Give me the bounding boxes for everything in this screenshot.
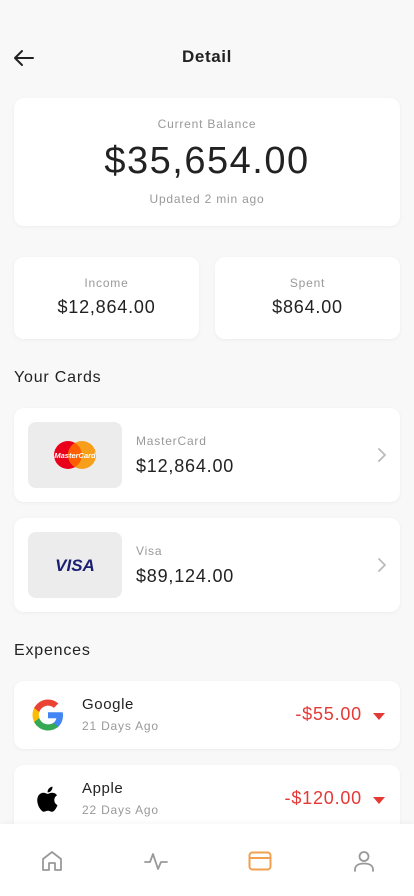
google-logo-icon (32, 699, 63, 731)
income-label: Income (84, 276, 129, 290)
apple-logo-icon (37, 786, 58, 812)
balance-value: $35,654.00 (104, 140, 310, 182)
mastercard-card[interactable]: MasterCard MasterCard $12,864.00 (14, 408, 400, 502)
visa-card[interactable]: VISA Visa $89,124.00 (14, 518, 400, 612)
chevron-right-icon[interactable] (374, 556, 390, 574)
header: Detail (0, 0, 414, 100)
spent-value: $864.00 (272, 297, 343, 317)
expense-date: 22 Days Ago (82, 803, 159, 817)
income-card: Income $12,864.00 (14, 257, 199, 339)
spent-label: Spent (289, 276, 326, 290)
svg-text:VISA: VISA (55, 556, 95, 575)
cards-section-title: Your Cards (14, 369, 102, 386)
expense-name: Google (82, 696, 134, 713)
mastercard-logo: MasterCard (54, 441, 96, 469)
balance-label: Current Balance (157, 117, 257, 131)
expense-item-apple[interactable]: Apple 22 Days Ago -$120.00 (14, 765, 400, 833)
expenses-section-title: Expences (14, 642, 91, 659)
card-name: Visa (136, 544, 163, 558)
card-amount: $89,124.00 (136, 566, 235, 586)
card-name: MasterCard (136, 434, 207, 448)
spent-card: Spent $864.00 (215, 257, 400, 339)
caret-down-icon[interactable] (372, 796, 386, 805)
home-icon[interactable] (39, 848, 65, 874)
expense-date: 21 Days Ago (82, 719, 159, 733)
expense-amount: -$55.00 (295, 704, 362, 724)
balance-card: Current Balance $35,654.00 Updated 2 min… (14, 98, 400, 226)
expense-item-google[interactable]: Google 21 Days Ago -$55.00 (14, 681, 400, 749)
bottom-tab-bar (0, 824, 414, 896)
caret-down-icon[interactable] (372, 712, 386, 721)
svg-text:MasterCard: MasterCard (54, 451, 96, 460)
page-title: Detail (182, 47, 232, 66)
activity-icon[interactable] (143, 848, 169, 874)
card-logo-box: MasterCard (28, 422, 122, 488)
visa-logo: VISA (55, 556, 95, 575)
chevron-right-icon[interactable] (374, 446, 390, 464)
card-logo-box: VISA (28, 532, 122, 598)
expense-amount: -$120.00 (284, 788, 362, 808)
balance-updated: Updated 2 min ago (149, 192, 265, 206)
card-amount: $12,864.00 (136, 456, 235, 476)
user-icon[interactable] (351, 848, 377, 874)
income-value: $12,864.00 (57, 297, 156, 317)
expense-name: Apple (82, 780, 124, 797)
card-icon[interactable] (247, 848, 273, 874)
